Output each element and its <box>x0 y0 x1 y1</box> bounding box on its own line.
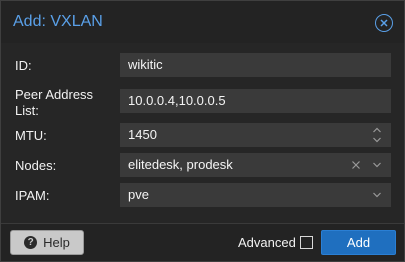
mtu-value: 1450 <box>128 127 157 142</box>
dialog-titlebar: Add: VXLAN <box>1 1 404 43</box>
clear-x-icon[interactable] <box>348 153 364 177</box>
dialog-title: Add: VXLAN <box>13 13 103 30</box>
add-vxlan-dialog: Add: VXLAN ID: wikitic Peer Address List… <box>0 0 405 262</box>
help-label: Help <box>43 235 70 250</box>
ipam-value: pve <box>128 187 149 202</box>
help-button[interactable]: ? Help <box>10 230 84 255</box>
peers-value: 10.0.0.4,10.0.0.5 <box>128 93 226 108</box>
chevron-down-icon[interactable] <box>369 183 385 207</box>
add-button[interactable]: Add <box>321 230 396 255</box>
chevron-down-icon[interactable] <box>369 153 385 177</box>
nodes-label: Nodes: <box>15 158 57 173</box>
nodes-value: elitedesk, prodesk <box>128 157 233 172</box>
peers-label-line2: List: <box>15 103 39 118</box>
id-field[interactable]: wikitic <box>120 53 391 77</box>
mtu-label: MTU: <box>15 128 47 143</box>
form-body: ID: wikitic Peer Address List: 10.0.0.4,… <box>1 43 404 223</box>
nodes-select[interactable]: elitedesk, prodesk <box>120 153 391 177</box>
add-label: Add <box>346 235 371 250</box>
id-label: ID: <box>15 58 32 73</box>
close-icon[interactable] <box>375 14 393 32</box>
id-value: wikitic <box>128 57 163 72</box>
spinner-icon[interactable] <box>369 123 385 147</box>
peers-label-line1: Peer Address <box>15 87 94 102</box>
mtu-field[interactable]: 1450 <box>120 123 391 147</box>
question-circle-icon: ? <box>24 236 38 249</box>
advanced-label: Advanced <box>238 235 296 250</box>
advanced-checkbox[interactable] <box>300 236 313 249</box>
ipam-select[interactable]: pve <box>120 183 391 207</box>
dialog-footer: ? Help Advanced Add <box>1 223 404 261</box>
peers-field[interactable]: 10.0.0.4,10.0.0.5 <box>120 89 391 113</box>
ipam-label: IPAM: <box>15 188 50 203</box>
